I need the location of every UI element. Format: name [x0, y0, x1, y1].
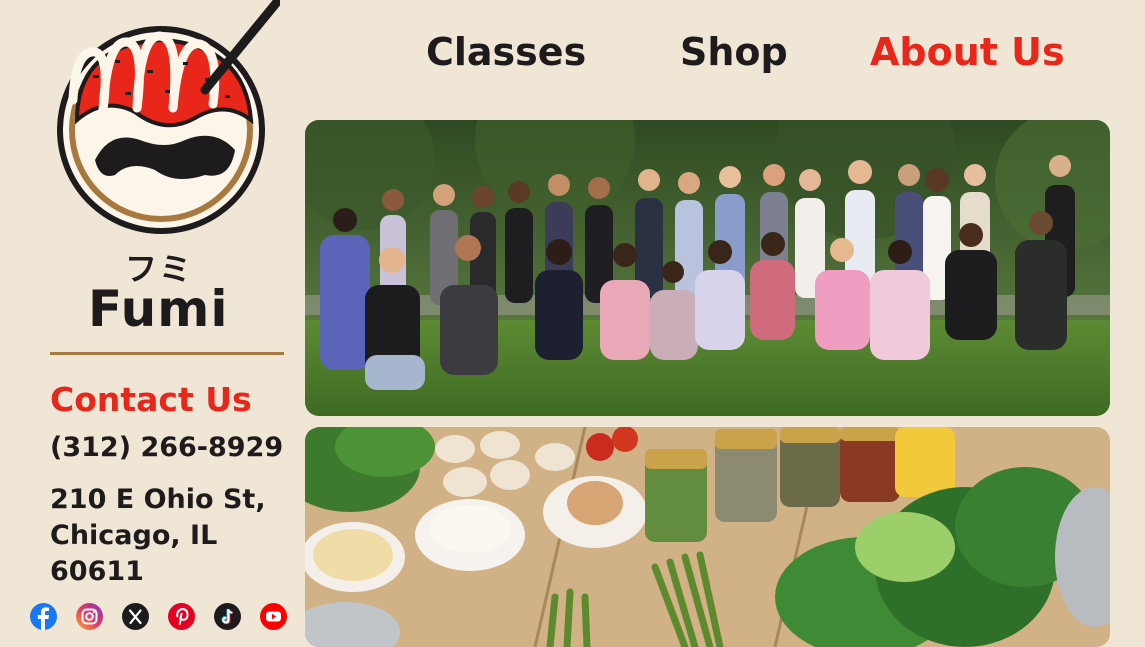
contact-title: Contact Us [50, 380, 252, 419]
youtube-icon[interactable] [260, 603, 287, 630]
address-line: 60611 [50, 556, 144, 587]
main-nav: Classes Shop About Us [0, 30, 1145, 80]
nav-about-us[interactable]: About Us [870, 30, 1065, 74]
sidebar-divider [50, 352, 284, 355]
x-twitter-icon[interactable] [122, 603, 149, 630]
facebook-icon[interactable] [30, 603, 57, 630]
nav-shop[interactable]: Shop [680, 30, 788, 74]
address-line: 210 E Ohio St, [50, 484, 266, 515]
ingredients-photo [305, 427, 1110, 647]
address: 210 E Ohio St, Chicago, IL 60611 [50, 482, 266, 590]
instagram-icon[interactable] [76, 603, 103, 630]
tiktok-icon[interactable] [214, 603, 241, 630]
phone-number[interactable]: (312) 266-8929 [50, 432, 283, 463]
address-line: Chicago, IL [50, 520, 218, 551]
social-links [30, 603, 287, 630]
logo-name[interactable]: Fumi [88, 280, 229, 338]
group-photo [305, 120, 1110, 416]
nav-classes[interactable]: Classes [426, 30, 586, 74]
pinterest-icon[interactable] [168, 603, 195, 630]
